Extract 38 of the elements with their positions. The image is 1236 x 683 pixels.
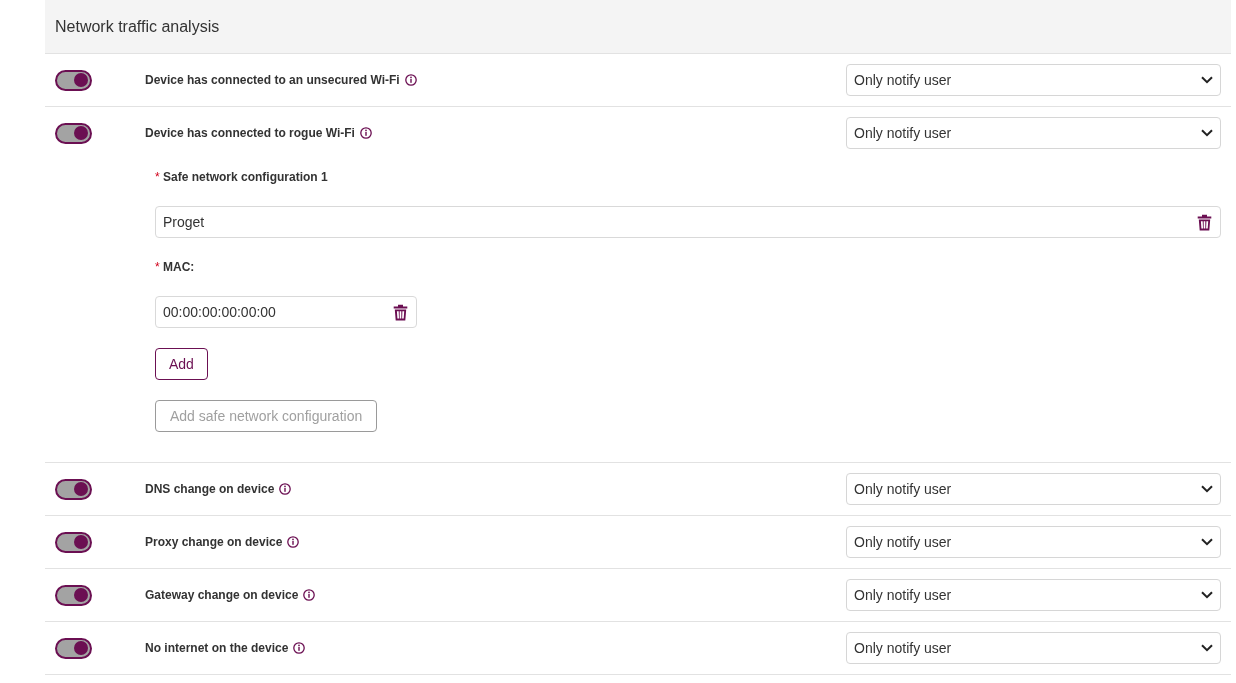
info-icon[interactable]: [287, 536, 300, 548]
info-icon[interactable]: [279, 483, 292, 495]
chevron-down-icon: [1201, 591, 1213, 599]
action-select[interactable]: Only notify user: [846, 64, 1221, 96]
network-name-field[interactable]: Proget: [155, 206, 1221, 238]
toggle-switch[interactable]: [55, 69, 92, 91]
add-button[interactable]: Add: [155, 348, 208, 380]
field-label: * MAC:: [155, 260, 195, 274]
section-title: Network traffic analysis: [55, 17, 220, 36]
rule-label: Device has connected to an unsecured Wi-Fi: [145, 73, 400, 87]
trash-icon[interactable]: [1197, 213, 1212, 231]
toggle-switch[interactable]: [55, 637, 92, 659]
action-select[interactable]: Only notify user: [846, 526, 1221, 558]
rule-label: Gateway change on device: [145, 588, 299, 602]
info-icon[interactable]: [303, 589, 316, 601]
chevron-down-icon: [1201, 538, 1213, 546]
action-select[interactable]: Only notify user: [846, 473, 1221, 505]
info-icon[interactable]: [359, 127, 372, 139]
rule-label: Proxy change on device: [145, 535, 283, 549]
chevron-down-icon: [1201, 644, 1213, 652]
rule-label: No internet on the device: [145, 641, 289, 655]
field-label: * Safe network configuration 1: [155, 170, 328, 184]
chevron-down-icon: [1201, 485, 1213, 493]
action-select[interactable]: Only notify user: [846, 632, 1221, 664]
rule-label: Device has connected to rogue Wi-Fi: [145, 126, 355, 140]
toggle-switch[interactable]: [55, 478, 92, 500]
action-select[interactable]: Only notify user: [846, 579, 1221, 611]
toggle-switch[interactable]: [55, 584, 92, 606]
chevron-down-icon: [1201, 76, 1213, 84]
toggle-switch[interactable]: [55, 531, 92, 553]
rule-label: DNS change on device: [145, 482, 275, 496]
info-icon[interactable]: [293, 642, 306, 654]
action-select[interactable]: Only notify user: [846, 117, 1221, 149]
toggle-switch[interactable]: [55, 122, 92, 144]
chevron-down-icon: [1201, 129, 1213, 137]
mac-field[interactable]: 00:00:00:00:00:00: [155, 296, 417, 328]
info-icon[interactable]: [404, 74, 417, 86]
trash-icon[interactable]: [393, 303, 408, 321]
